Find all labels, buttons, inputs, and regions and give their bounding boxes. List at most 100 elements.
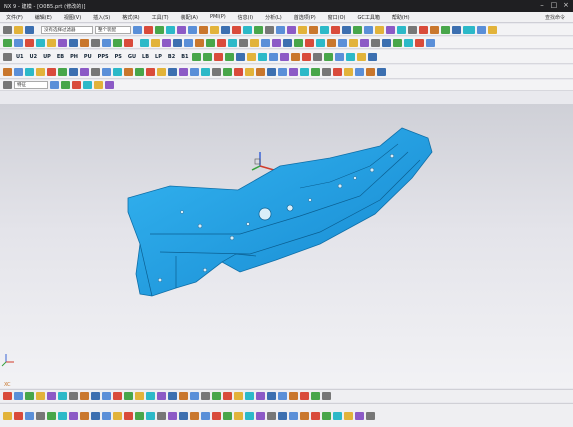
group-icon[interactable] xyxy=(258,52,268,61)
down-arrow-icon[interactable] xyxy=(214,52,224,61)
green-arrow-icon[interactable] xyxy=(192,52,202,61)
body-icon[interactable] xyxy=(177,25,186,34)
menu-window[interactable]: 窗口(O) xyxy=(328,14,346,21)
pocket-mold-icon[interactable] xyxy=(179,67,188,76)
menu-view[interactable]: 视图(V) xyxy=(64,14,81,21)
pin-icon[interactable] xyxy=(47,67,56,76)
snap-arc-icon[interactable] xyxy=(113,392,122,400)
draft-analysis-icon[interactable] xyxy=(69,411,78,420)
draft-icon[interactable] xyxy=(294,38,303,47)
cooling-icon[interactable] xyxy=(80,67,89,76)
intersect-body-icon[interactable] xyxy=(250,38,259,47)
measure-icon[interactable] xyxy=(276,25,285,34)
trim-mold-icon[interactable] xyxy=(212,67,221,76)
subtract-icon[interactable] xyxy=(239,38,248,47)
info-view-icon[interactable] xyxy=(278,411,287,420)
curvature-icon[interactable] xyxy=(58,411,67,420)
revolve-icon[interactable] xyxy=(375,25,384,34)
new-icon[interactable] xyxy=(3,25,12,34)
snap-reset-icon[interactable] xyxy=(179,392,188,400)
runner-icon[interactable] xyxy=(135,67,144,76)
chamfer-icon[interactable] xyxy=(408,25,417,34)
section-icon[interactable] xyxy=(298,25,307,34)
model-view[interactable] xyxy=(0,104,573,388)
box-select-icon[interactable] xyxy=(94,81,103,89)
info-assembly-icon[interactable] xyxy=(245,411,254,420)
wrap-icon[interactable] xyxy=(415,38,424,47)
table-icon[interactable] xyxy=(357,52,367,61)
snap-existing-icon[interactable] xyxy=(47,392,56,400)
show-icon[interactable] xyxy=(355,67,364,76)
ejector-icon[interactable] xyxy=(113,67,122,76)
ungroup-icon[interactable] xyxy=(269,52,279,61)
info-part-icon[interactable] xyxy=(234,411,243,420)
wireframe-icon[interactable] xyxy=(254,25,263,34)
pps-button[interactable]: PPS xyxy=(96,53,111,61)
menu-assembly[interactable]: 装配(A) xyxy=(181,14,198,21)
thickness-icon[interactable] xyxy=(135,411,144,420)
menu-format[interactable]: 格式(R) xyxy=(122,14,139,21)
check-region-icon[interactable] xyxy=(300,67,309,76)
text-icon[interactable] xyxy=(382,38,391,47)
menu-edit[interactable]: 编辑(E) xyxy=(35,14,52,21)
delete-face-icon[interactable] xyxy=(283,38,292,47)
snap-onface-icon[interactable] xyxy=(80,392,89,400)
menu-analysis[interactable]: 分析(L) xyxy=(265,14,282,21)
pocket-icon[interactable] xyxy=(338,38,347,47)
spline-icon[interactable] xyxy=(69,38,78,47)
snap-angle-icon[interactable] xyxy=(157,392,166,400)
snap-datum-icon[interactable] xyxy=(278,392,287,400)
menu-tools[interactable]: 工具(T) xyxy=(152,14,169,21)
distribute-icon[interactable] xyxy=(247,52,257,61)
parting-icon[interactable] xyxy=(223,67,232,76)
snap-quadrant-icon[interactable] xyxy=(36,392,45,400)
select-filter-dropdown[interactable]: 没有选择过滤器 xyxy=(41,25,93,34)
info-other-icon[interactable] xyxy=(300,411,309,420)
hide-icon[interactable] xyxy=(344,67,353,76)
mass-icon[interactable] xyxy=(102,411,111,420)
surface-finish-icon[interactable] xyxy=(324,52,334,61)
info-group-icon[interactable] xyxy=(311,411,320,420)
clearance-icon[interactable] xyxy=(124,411,133,420)
snap-face-icon[interactable] xyxy=(234,392,243,400)
replace-face-icon[interactable] xyxy=(261,38,270,47)
note-icon[interactable] xyxy=(291,52,301,61)
snap-mid-icon[interactable] xyxy=(14,392,23,400)
gu-button[interactable]: GU xyxy=(126,53,138,61)
info-expression-icon[interactable] xyxy=(223,411,232,420)
close-icon[interactable]: × xyxy=(562,1,570,9)
snap-sketch-icon[interactable] xyxy=(289,392,298,400)
label-icon[interactable] xyxy=(280,52,290,61)
filter-icon[interactable] xyxy=(377,67,386,76)
csys-mold-icon[interactable] xyxy=(267,67,276,76)
plane-icon[interactable] xyxy=(14,38,23,47)
deviation-icon[interactable] xyxy=(91,411,100,420)
maximize-icon[interactable]: □ xyxy=(550,1,558,9)
fit-icon[interactable] xyxy=(188,25,197,34)
select-icon[interactable] xyxy=(50,81,59,89)
lifter-icon[interactable] xyxy=(102,67,111,76)
measure-angle-icon[interactable] xyxy=(36,411,45,420)
line-icon[interactable] xyxy=(47,38,56,47)
info-custom-icon[interactable] xyxy=(289,411,298,420)
lb-button[interactable]: LB xyxy=(140,53,151,61)
command-finder[interactable]: 查找命令 xyxy=(545,14,573,21)
weld-icon[interactable] xyxy=(335,52,345,61)
edit-icon[interactable] xyxy=(488,25,497,34)
undo-bottom-icon[interactable] xyxy=(3,411,12,420)
shaded-icon[interactable] xyxy=(243,25,252,34)
chain-icon[interactable] xyxy=(69,67,78,76)
ruled-icon[interactable] xyxy=(151,38,160,47)
zebra-icon[interactable] xyxy=(157,411,166,420)
analysis-icon[interactable] xyxy=(331,25,340,34)
undo-icon[interactable] xyxy=(426,38,435,47)
cube-icon[interactable] xyxy=(320,25,329,34)
menu-gc-toolkit[interactable]: GC工具箱 xyxy=(358,14,380,21)
snap-center-icon[interactable] xyxy=(25,392,34,400)
parts-list-icon[interactable] xyxy=(368,52,378,61)
lp-button[interactable]: LP xyxy=(153,53,164,61)
wcs-dynamic-icon[interactable] xyxy=(333,67,342,76)
balloon-icon[interactable] xyxy=(346,52,356,61)
csys-icon[interactable] xyxy=(36,38,45,47)
drawing-icon[interactable] xyxy=(168,67,177,76)
